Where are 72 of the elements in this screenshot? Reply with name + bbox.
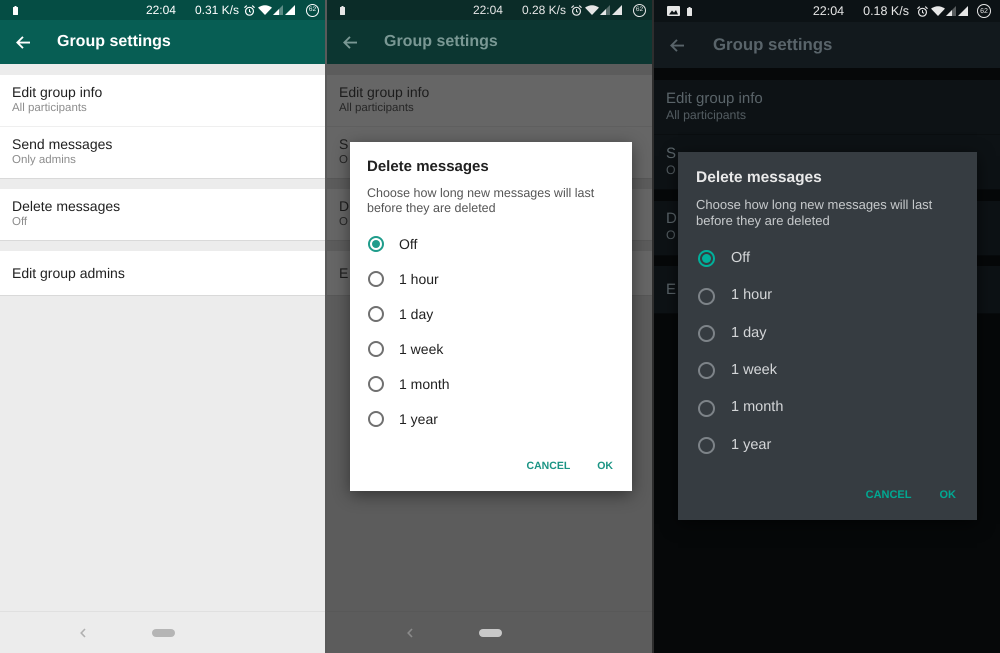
option-label[interactable]: Off bbox=[399, 234, 418, 254]
radio-button[interactable] bbox=[698, 324, 714, 342]
setting-value: All participants bbox=[339, 101, 414, 115]
back-arrow-icon[interactable] bbox=[342, 34, 357, 50]
home-button[interactable] bbox=[479, 628, 502, 636]
setting-value: All participants bbox=[666, 108, 746, 122]
radio-button[interactable] bbox=[698, 250, 714, 268]
option-label[interactable]: 1 hour bbox=[731, 285, 772, 307]
radio-button[interactable] bbox=[368, 376, 384, 392]
network-speed: 0.18 K/s bbox=[863, 4, 909, 18]
setting-title[interactable]: Edit group admins bbox=[12, 264, 125, 282]
option-label[interactable]: 1 year bbox=[399, 408, 438, 430]
back-arrow-icon[interactable] bbox=[669, 38, 684, 52]
setting-value: O bbox=[339, 215, 348, 229]
radio-button[interactable] bbox=[368, 411, 384, 427]
option-label[interactable]: 1 day bbox=[399, 304, 434, 324]
option-label[interactable]: 1 week bbox=[731, 360, 777, 382]
signal-icon bbox=[946, 6, 956, 16]
option-label[interactable]: 1 hour bbox=[399, 268, 439, 290]
alarm-clock-icon bbox=[244, 4, 255, 16]
option-label[interactable]: 1 month bbox=[731, 397, 784, 420]
option-label[interactable]: 1 week bbox=[399, 338, 444, 360]
radio-button[interactable] bbox=[368, 306, 384, 322]
setting-value: Only admins bbox=[12, 153, 76, 167]
status-time: 22:04 bbox=[146, 3, 176, 17]
battery-icon bbox=[13, 6, 18, 14]
setting-title[interactable]: Delete messages bbox=[12, 197, 120, 215]
setting-value: O bbox=[339, 153, 348, 167]
radio-button[interactable] bbox=[698, 437, 714, 454]
status-time: 22:04 bbox=[812, 4, 844, 18]
signal-icon bbox=[273, 5, 283, 15]
signal-icon bbox=[612, 5, 622, 15]
screen-title: Group settings bbox=[57, 32, 171, 52]
dialog-title: Delete messages bbox=[695, 168, 823, 188]
setting-value: O bbox=[666, 228, 676, 243]
setting-title[interactable]: Send messages bbox=[12, 135, 112, 153]
radio-button[interactable] bbox=[698, 288, 714, 305]
option-label[interactable]: 1 month bbox=[399, 374, 450, 394]
option-label[interactable]: 1 day bbox=[731, 322, 766, 344]
dialog-button[interactable]: OK bbox=[589, 449, 621, 485]
setting-title[interactable]: Edit group info bbox=[12, 83, 102, 101]
status-time: 22:04 bbox=[472, 3, 503, 17]
screen-title: Group settings bbox=[384, 32, 498, 52]
radio-button[interactable] bbox=[698, 362, 714, 380]
dialog-title: Delete messages bbox=[366, 157, 490, 177]
battery-icon bbox=[340, 6, 345, 14]
dialog-button[interactable]: CANCEL bbox=[518, 449, 578, 485]
option-label[interactable]: Off bbox=[731, 248, 750, 270]
network-speed: 0.28 K/s bbox=[522, 3, 566, 17]
screen-title: Group settings bbox=[713, 34, 832, 56]
home-button[interactable] bbox=[152, 628, 175, 636]
alarm-clock-icon bbox=[917, 6, 928, 16]
alarm-clock-icon bbox=[571, 4, 582, 16]
setting-value: O bbox=[666, 162, 676, 178]
back-icon[interactable] bbox=[407, 628, 413, 638]
signal-icon bbox=[285, 5, 295, 15]
network-speed: 0.31 K/s bbox=[194, 3, 239, 17]
signal-icon bbox=[958, 6, 968, 16]
dialog-button[interactable]: CANCEL bbox=[858, 476, 920, 514]
radio-button[interactable] bbox=[368, 271, 384, 287]
setting-value: Off bbox=[12, 215, 28, 229]
signal-icon bbox=[600, 5, 610, 15]
dialog-message: Choose how long new messages will last before they are deleted bbox=[366, 186, 596, 216]
setting-value: All participants bbox=[12, 101, 87, 115]
back-icon[interactable] bbox=[80, 628, 86, 638]
radio-button[interactable] bbox=[368, 236, 384, 252]
battery-icon bbox=[687, 6, 692, 16]
dialog-message: Choose how long new messages will last before they are deleted bbox=[695, 197, 934, 229]
option-label[interactable]: 1 year bbox=[731, 434, 772, 457]
dialog-button[interactable]: OK bbox=[932, 476, 964, 514]
radio-button[interactable] bbox=[368, 341, 384, 357]
radio-button[interactable] bbox=[698, 400, 714, 417]
